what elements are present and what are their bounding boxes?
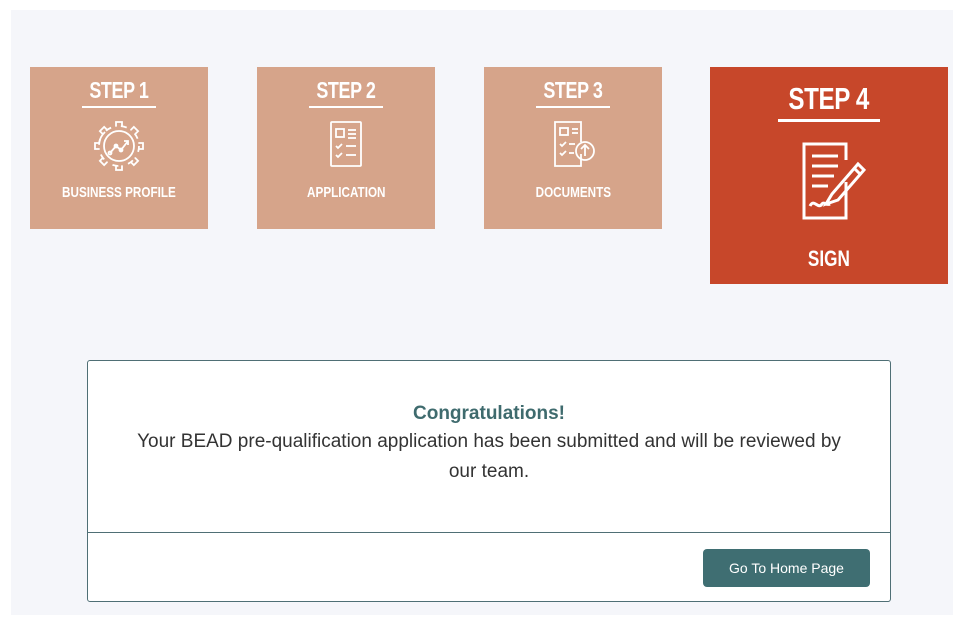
confirmation-card-body: Congratulations! Your BEAD pre-qualifica… — [88, 361, 890, 533]
step-label: DOCUMENTS — [535, 184, 611, 201]
step-label: SIGN — [808, 246, 850, 271]
confirmation-heading: Congratulations! — [413, 403, 565, 424]
step-2-application[interactable]: STEP 2 APPLICATION — [257, 67, 435, 229]
confirmation-card-footer: Go To Home Page — [88, 533, 890, 601]
step-title-underline — [309, 106, 383, 108]
step-title: STEP 4 — [788, 81, 870, 116]
step-4-sign[interactable]: STEP 4 SIGN — [710, 67, 948, 284]
step-title-underline — [778, 119, 880, 122]
document-sign-icon — [710, 138, 948, 224]
checklist-icon — [257, 118, 435, 174]
step-label: APPLICATION — [306, 184, 386, 201]
go-to-home-page-button[interactable]: Go To Home Page — [703, 549, 870, 587]
step-title: STEP 1 — [89, 77, 149, 103]
step-title: STEP 2 — [316, 77, 376, 103]
step-3-documents[interactable]: STEP 3 DOCUMENTS — [484, 67, 662, 229]
gear-chart-icon — [30, 118, 208, 174]
confirmation-message: Your BEAD pre-qualification application … — [137, 431, 841, 482]
step-title-underline — [536, 106, 610, 108]
step-title-underline — [82, 106, 156, 108]
step-label: BUSINESS PROFILE — [62, 184, 176, 201]
step-title: STEP 3 — [543, 77, 603, 103]
confirmation-card: Congratulations! Your BEAD pre-qualifica… — [87, 360, 891, 602]
document-upload-icon — [484, 118, 662, 174]
step-1-business-profile[interactable]: STEP 1 BUSINESS PROFILE — [30, 67, 208, 229]
